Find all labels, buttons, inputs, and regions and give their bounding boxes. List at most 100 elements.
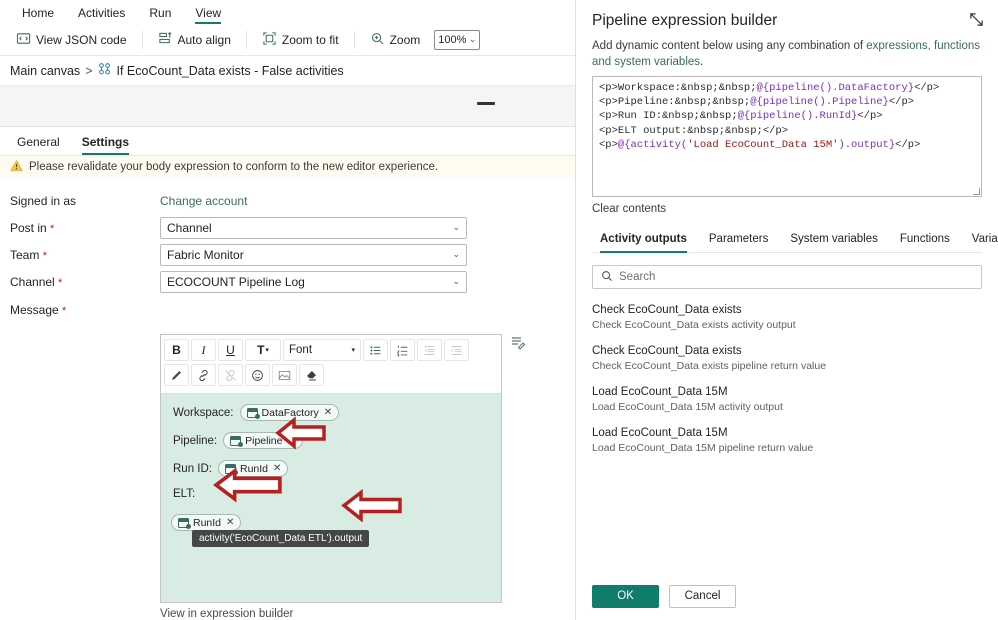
channel-value: ECOCOUNT Pipeline Log — [167, 274, 305, 289]
remove-token-icon[interactable]: ✕ — [324, 407, 332, 418]
message-label: Message * — [10, 303, 160, 317]
zoom-level-value: 100% — [438, 33, 467, 46]
token-chip-label: DataFactory — [261, 406, 319, 419]
ribbon-toolbar: View JSON code Auto align Zoom to fit Zo… — [0, 24, 575, 56]
view-json-code-label: View JSON code — [36, 32, 127, 47]
pipeline-token-icon — [246, 407, 260, 419]
collapse-panel-handle[interactable] — [477, 102, 495, 105]
view-json-code-button[interactable]: View JSON code — [8, 27, 135, 53]
ribbon-tab-view[interactable]: View — [183, 4, 233, 24]
ribbon-tab-activities[interactable]: Activities — [66, 4, 137, 24]
remove-link-icon[interactable] — [218, 364, 243, 386]
list-item[interactable]: Load EcoCount_Data 15M Load EcoCount_Dat… — [592, 381, 982, 422]
tab-activity-outputs[interactable]: Activity outputs — [592, 229, 695, 254]
expression-line-2-post: </p> — [888, 96, 915, 109]
highlight-pen-icon[interactable] — [164, 364, 189, 386]
ribbon-tab-run[interactable]: Run — [137, 4, 183, 24]
font-color-icon[interactable]: T ▾ — [245, 339, 281, 361]
ok-button[interactable]: OK — [592, 584, 659, 608]
warning-icon — [10, 159, 23, 175]
zoom-label: Zoom — [389, 32, 421, 47]
remove-token-icon[interactable]: ✕ — [226, 517, 234, 528]
remove-token-icon[interactable]: ✕ — [288, 435, 296, 446]
emoji-icon[interactable] — [245, 364, 270, 386]
zoom-to-fit-label: Zoom to fit — [281, 32, 339, 47]
expression-textarea[interactable]: <p>Workspace:&nbsp;&nbsp;@{pipeline().Da… — [592, 76, 982, 198]
validation-warning-text: Please revalidate your body expression t… — [29, 160, 439, 173]
team-select[interactable]: Fabric Monitor ⌄ — [160, 243, 467, 266]
breadcrumb-item-main-canvas[interactable]: Main canvas — [10, 64, 80, 78]
textarea-resize-handle[interactable] — [973, 188, 980, 196]
italic-icon[interactable]: I — [191, 339, 216, 361]
list-item[interactable]: Check EcoCount_Data exists Check EcoCoun… — [592, 340, 982, 381]
chevron-down-icon: ⌄ — [452, 222, 460, 232]
runid-label: Run ID: — [173, 462, 212, 475]
post-in-select[interactable]: Channel ⌄ — [160, 216, 467, 239]
expression-line-4-pre: <p>ELT output:&nbsp;&nbsp; — [599, 124, 763, 137]
message-body-content[interactable]: Workspace: DataFactory ✕ Pipeline: Pipel… — [161, 394, 501, 602]
list-item-title: Check EcoCount_Data exists — [592, 345, 742, 358]
tab-functions[interactable]: Functions — [892, 229, 958, 252]
activity-outputs-list: Check EcoCount_Data exists Check EcoCoun… — [592, 299, 982, 572]
expand-panel-icon[interactable] — [969, 12, 984, 30]
auto-align-button[interactable]: Auto align — [150, 27, 239, 53]
pipeline-token-icon — [178, 517, 191, 529]
list-item[interactable]: Check EcoCount_Data exists Check EcoCoun… — [592, 299, 982, 340]
decrease-indent-icon[interactable] — [417, 339, 442, 361]
team-label-text: Team — [10, 247, 40, 262]
breadcrumb-item-current[interactable]: If EcoCount_Data exists - False activiti… — [117, 64, 344, 78]
token-chip-elt-runid[interactable]: RunId ✕ — [171, 514, 242, 531]
ribbon-tab-home[interactable]: Home — [10, 4, 66, 24]
remove-token-icon[interactable]: ✕ — [273, 463, 281, 474]
pipeline-expression-builder-panel: Pipeline expression builder Add dynamic … — [575, 0, 998, 620]
tab-settings[interactable]: Settings — [73, 132, 138, 155]
add-dynamic-content-icon[interactable] — [509, 334, 527, 352]
json-code-icon — [16, 31, 31, 49]
channel-select[interactable]: ECOCOUNT Pipeline Log ⌄ — [160, 270, 467, 293]
body-line-elt-label: ELT: — [173, 488, 489, 500]
bulleted-list-icon[interactable] — [363, 339, 388, 361]
search-input[interactable]: Search — [592, 265, 982, 290]
clear-contents-link[interactable]: Clear contents — [592, 203, 982, 215]
zoom-button[interactable]: Zoom — [362, 27, 429, 53]
tab-parameters[interactable]: Parameters — [701, 229, 776, 252]
expression-line-3: <p>Run ID:&nbsp;&nbsp;@{pipeline().RunId… — [599, 109, 975, 123]
auto-align-label: Auto align — [177, 32, 231, 47]
token-chip-datafactory[interactable]: DataFactory ✕ — [239, 404, 340, 421]
font-family-dropdown[interactable]: Font ▾ — [283, 339, 361, 361]
list-item-description: Check EcoCount_Data exists pipeline retu… — [592, 360, 827, 373]
bold-icon[interactable]: B — [164, 339, 189, 361]
properties-tab-strip: General Settings — [0, 127, 575, 156]
change-account-link[interactable]: Change account — [160, 194, 247, 208]
if-condition-icon — [98, 62, 112, 79]
expression-builder-subtitle: Add dynamic content below using any comb… — [592, 39, 982, 70]
page-title: Pipeline expression builder — [592, 12, 778, 29]
expression-line-4-post: </p> — [762, 124, 789, 137]
list-item[interactable]: Load EcoCount_Data 15M Load EcoCount_Dat… — [592, 422, 982, 463]
zoom-icon — [370, 31, 385, 49]
zoom-level-select[interactable]: 100% ⌄ — [434, 29, 481, 50]
body-line-runid: Run ID: RunId ✕ — [173, 460, 489, 477]
expression-line-1-pre: <p>Workspace:&nbsp;&nbsp; — [599, 82, 757, 95]
expression-line-5-token: @{activity( — [617, 138, 688, 151]
view-in-expression-builder-link[interactable]: View in expression builder — [160, 608, 565, 620]
expression-line-5: <p>@{activity('Load EcoCount_Data 15M').… — [599, 138, 975, 152]
tab-variables[interactable]: Variables — [964, 229, 998, 252]
cancel-button[interactable]: Cancel — [669, 584, 736, 608]
tab-system-variables[interactable]: System variables — [782, 229, 886, 252]
insert-link-icon[interactable] — [191, 364, 216, 386]
increase-indent-icon[interactable] — [444, 339, 469, 361]
underline-icon[interactable]: U — [218, 339, 243, 361]
zoom-to-fit-button[interactable]: Zoom to fit — [254, 27, 347, 53]
rich-text-toolbar-row-1: B I U T ▾ Font ▾ — [164, 339, 498, 361]
token-chip-pipeline[interactable]: Pipeline ✕ — [223, 432, 303, 449]
token-chip-runid[interactable]: RunId ✕ — [218, 460, 289, 477]
required-asterisk: * — [58, 276, 63, 289]
numbered-list-icon[interactable] — [390, 339, 415, 361]
insert-image-icon[interactable] — [272, 364, 297, 386]
channel-row: Channel * ECOCOUNT Pipeline Log ⌄ — [0, 268, 575, 295]
post-in-value: Channel — [167, 220, 212, 235]
tab-general[interactable]: General — [8, 132, 69, 155]
token-chip-label: RunId — [240, 462, 269, 475]
clear-formatting-icon[interactable] — [299, 364, 324, 386]
